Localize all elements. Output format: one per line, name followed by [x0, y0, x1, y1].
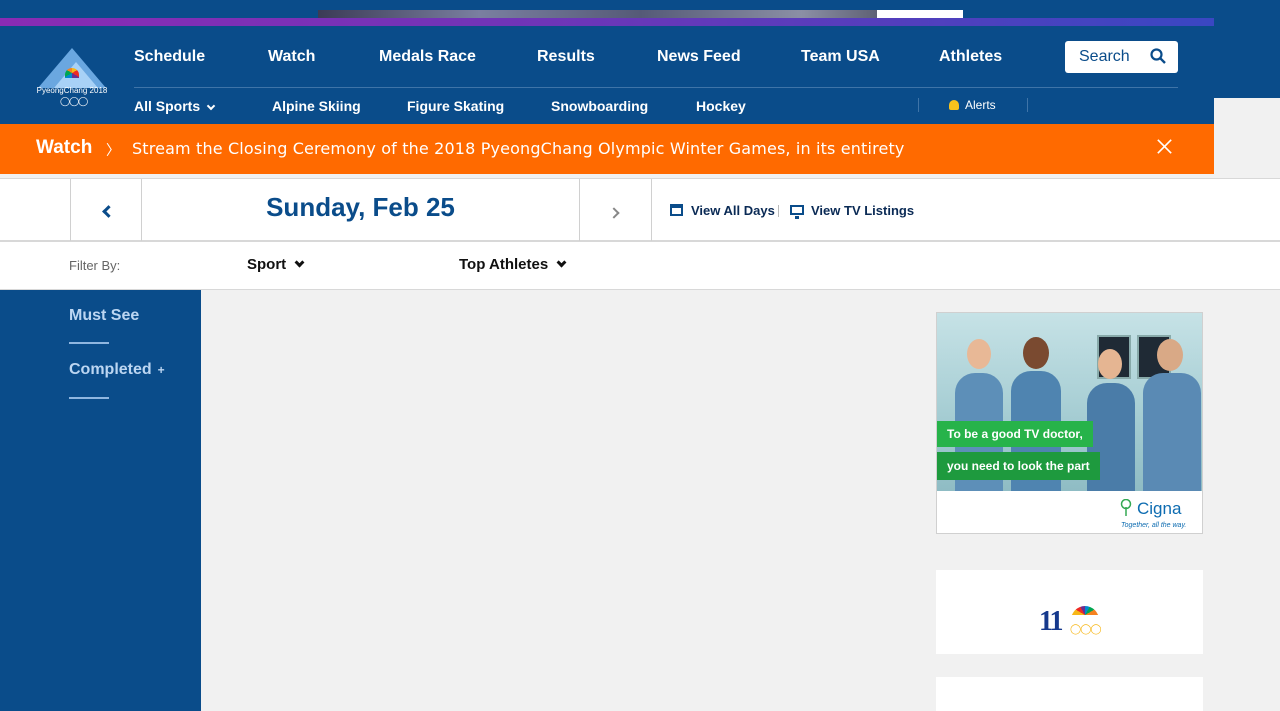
- subnav-all-sports[interactable]: All Sports: [134, 98, 216, 114]
- bell-icon: [949, 100, 959, 110]
- banner-label: Watch: [36, 137, 93, 158]
- subnav-separator: [918, 98, 919, 112]
- pyeongchang-logo[interactable]: PyeongChang 2018 ◯◯◯: [34, 48, 110, 110]
- affiliate-logo-number: 11: [1039, 606, 1064, 637]
- view-tv-listings-link[interactable]: View TV Listings: [790, 203, 915, 219]
- gradient-bar: [0, 18, 1214, 26]
- search-box[interactable]: Search: [1065, 41, 1178, 73]
- page: PyeongChang 2018 ◯◯◯ Schedule Watch Meda…: [0, 0, 1280, 711]
- ad-line-2: you need to look the part: [937, 452, 1100, 480]
- top-athletes-label: Top Athletes: [459, 256, 549, 273]
- sidebar-item-must-see[interactable]: Must See: [69, 307, 139, 325]
- sport-filter-dropdown[interactable]: Sport: [247, 256, 305, 273]
- subnav-alpine-skiing[interactable]: Alpine Skiing: [272, 98, 361, 114]
- logo-text: PyeongChang 2018: [36, 86, 108, 95]
- top-athletes-filter-dropdown[interactable]: Top Athletes: [459, 256, 567, 273]
- nav-watch[interactable]: Watch: [268, 48, 315, 66]
- chevron-down-icon: [556, 257, 567, 268]
- nav-athletes[interactable]: Athletes: [939, 48, 1002, 66]
- site-header: PyeongChang 2018 ◯◯◯ Schedule Watch Meda…: [0, 26, 1214, 124]
- date-bar: Sunday, Feb 25 View All Days View TV Lis…: [0, 178, 1280, 242]
- affiliate-logo-card[interactable]: 11 ◯◯◯: [936, 570, 1203, 654]
- subnav-hockey[interactable]: Hockey: [696, 98, 746, 114]
- olympic-rings-icon: ◯◯◯: [1070, 624, 1102, 635]
- sidebar-item-completed[interactable]: Completed +: [69, 361, 165, 379]
- alerts-label: Alerts: [965, 98, 996, 112]
- header-extension: [1214, 0, 1280, 98]
- chevron-right-icon: [608, 207, 620, 219]
- watch-banner[interactable]: Watch 〉 Stream the Closing Ceremony of t…: [0, 124, 1214, 174]
- expand-plus-icon[interactable]: +: [158, 363, 165, 377]
- banner-message[interactable]: Stream the Closing Ceremony of the 2018 …: [132, 139, 904, 158]
- filter-bar: Filter By: Sport Top Athletes: [0, 242, 1280, 290]
- nav-results[interactable]: Results: [537, 48, 595, 66]
- chevron-down-icon: [206, 101, 216, 111]
- next-day-button[interactable]: [579, 179, 652, 241]
- subnav-separator: [1027, 98, 1028, 112]
- nav-divider: [134, 87, 1178, 88]
- nav-team-usa[interactable]: Team USA: [801, 48, 880, 66]
- chevron-right-icon: 〉: [106, 143, 120, 159]
- tv-icon: [790, 205, 804, 219]
- alerts-link[interactable]: Alerts: [949, 98, 996, 112]
- sidebar-divider: [69, 397, 109, 399]
- nbc-peacock-icon: [65, 68, 79, 78]
- sport-filter-label: Sport: [247, 256, 287, 273]
- calendar-icon: [670, 204, 683, 216]
- cigna-tree-icon: [1120, 499, 1132, 516]
- cigna-ad[interactable]: To be a good TV doctor, you need to look…: [936, 312, 1203, 534]
- nav-news-feed[interactable]: News Feed: [657, 48, 741, 66]
- chevron-down-icon: [294, 257, 305, 268]
- nav-medals-race[interactable]: Medals Race: [379, 48, 476, 66]
- view-all-days-label: View All Days: [691, 203, 775, 218]
- view-tv-label: View TV Listings: [811, 203, 915, 218]
- nav-schedule[interactable]: Schedule: [134, 48, 205, 66]
- chevron-left-icon: [102, 205, 115, 218]
- all-sports-label: All Sports: [134, 98, 201, 114]
- search-label: Search: [1079, 48, 1130, 65]
- ad-brand: Cigna: [1137, 499, 1182, 518]
- nbc-peacock-icon: [1071, 606, 1099, 624]
- search-icon[interactable]: [1150, 48, 1166, 64]
- partial-card: [936, 677, 1203, 711]
- completed-label: Completed: [69, 361, 152, 378]
- link-separator: [778, 205, 779, 217]
- filter-label: Filter By:: [69, 258, 121, 273]
- view-all-days-link[interactable]: View All Days: [670, 203, 775, 218]
- schedule-sidebar: Must See Completed +: [0, 290, 201, 711]
- subnav-snowboarding[interactable]: Snowboarding: [551, 98, 648, 114]
- prev-day-button[interactable]: [70, 179, 142, 241]
- ad-line-1: To be a good TV doctor,: [937, 421, 1093, 447]
- sidebar-divider: [69, 342, 109, 344]
- olympic-rings-icon: ◯◯◯: [60, 97, 88, 107]
- ad-tagline: Together, all the way.: [1121, 522, 1187, 529]
- close-icon[interactable]: [1157, 139, 1172, 154]
- subnav-figure-skating[interactable]: Figure Skating: [407, 98, 504, 114]
- current-date: Sunday, Feb 25: [266, 192, 455, 222]
